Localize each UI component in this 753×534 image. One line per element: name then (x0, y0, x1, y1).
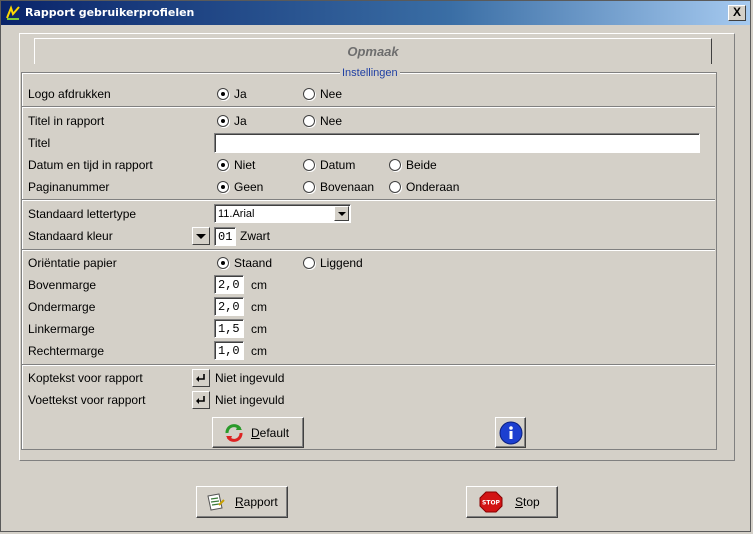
title-bar[interactable]: Rapport gebruikerprofielen X (1, 1, 750, 25)
radio-dot (389, 181, 401, 193)
stop-button[interactable]: STOP Stop (466, 486, 558, 518)
titel-in-rapport-label: Titel in rapport (28, 114, 105, 128)
logo-label: Logo afdrukken (28, 87, 111, 101)
window-title: Rapport gebruikerprofielen (25, 6, 195, 19)
titel-ja-radio[interactable]: Ja (217, 114, 247, 128)
radio-label: Ja (234, 114, 247, 128)
radio-dot (389, 159, 401, 171)
radio-dot (303, 181, 315, 193)
ondermarge-input[interactable] (214, 297, 244, 316)
radio-dot (303, 159, 315, 171)
kleur-dropdown-button[interactable] (192, 227, 210, 245)
ondermarge-label: Ondermarge (28, 300, 96, 314)
kleur-code-input[interactable] (214, 227, 236, 246)
koptekst-label: Koptekst voor rapport (28, 371, 143, 385)
radio-label: Datum (320, 158, 356, 172)
enter-icon (196, 374, 205, 382)
stop-sign-text: STOP (482, 500, 501, 507)
pagina-geen-radio[interactable]: Geen (217, 180, 263, 194)
radio-label: Onderaan (406, 180, 460, 194)
radio-dot (303, 257, 315, 269)
unit-label: cm (251, 322, 267, 336)
orientatie-staand-radio[interactable]: Staand (217, 256, 272, 270)
radio-dot (303, 115, 315, 127)
lettertype-value: 11.Arial (218, 208, 255, 220)
datum-niet-radio[interactable]: Niet (217, 158, 255, 172)
orientatie-liggend-radio[interactable]: Liggend (303, 256, 363, 270)
rechtermarge-input[interactable] (214, 341, 244, 360)
pagina-label: Paginanummer (28, 180, 110, 194)
voettekst-value: Niet ingevuld (215, 393, 285, 407)
datum-beide-radio[interactable]: Beide (389, 158, 437, 172)
unit-label: cm (251, 278, 267, 292)
tab-label: Opmaak (347, 44, 399, 59)
report-icon (207, 493, 225, 511)
titel-nee-radio[interactable]: Nee (303, 114, 342, 128)
group-legend: Instellingen (340, 67, 400, 79)
stop-label: Stop (515, 495, 540, 509)
bovenmarge-input[interactable] (214, 275, 244, 294)
rechtermarge-label: Rechtermarge (28, 344, 105, 358)
logo-ja-radio[interactable]: Ja (217, 87, 247, 101)
linkermarge-input[interactable] (214, 319, 244, 338)
unit-label: cm (251, 300, 267, 314)
radio-dot (217, 181, 229, 193)
app-icon (6, 5, 20, 20)
radio-dot (217, 115, 229, 127)
datum-label: Datum en tijd in rapport (28, 158, 153, 172)
default-button[interactable]: Default (212, 417, 304, 448)
rapport-button[interactable]: Rapport (196, 486, 288, 518)
dropdown-arrow-icon (196, 234, 206, 239)
koptekst-edit-button[interactable] (192, 369, 210, 387)
radio-label: Nee (320, 87, 343, 101)
lettertype-label: Standaard lettertype (28, 207, 137, 221)
enter-icon (196, 396, 205, 404)
pagina-bovenaan-radio[interactable]: Bovenaan (303, 180, 374, 194)
datum-datum-radio[interactable]: Datum (303, 158, 355, 172)
voettekst-edit-button[interactable] (192, 391, 210, 409)
koptekst-value: Niet ingevuld (215, 371, 285, 385)
radio-label: Liggend (320, 256, 363, 270)
orientatie-label: Oriëntatie papier (28, 256, 117, 270)
radio-dot (217, 257, 229, 269)
rapport-label: Rapport (235, 495, 278, 509)
stop-sign-icon: STOP (479, 491, 503, 513)
unit-label: cm (251, 344, 267, 358)
report-dialog: Rapport gebruikerprofielen X Opmaak Inst… (0, 0, 751, 532)
logo-nee-radio[interactable]: Nee (303, 87, 342, 101)
default-label: Default (251, 425, 290, 440)
radio-label: Nee (320, 114, 343, 128)
kleur-name: Zwart (240, 229, 270, 243)
radio-dot (303, 88, 315, 100)
pagina-onderaan-radio[interactable]: Onderaan (389, 180, 459, 194)
bovenmarge-label: Bovenmarge (28, 278, 97, 292)
radio-label: Geen (234, 180, 264, 194)
titel-label: Titel (28, 136, 51, 150)
separator (22, 249, 715, 251)
linkermarge-label: Linkermarge (28, 322, 95, 336)
close-button[interactable]: X (728, 5, 746, 21)
radio-label: Niet (234, 158, 256, 172)
radio-label: Staand (234, 256, 273, 270)
radio-label: Bovenaan (320, 180, 375, 194)
separator (22, 106, 715, 108)
refresh-icon (225, 423, 243, 442)
radio-dot (217, 159, 229, 171)
chevron-down-icon[interactable] (334, 206, 349, 221)
kleur-label: Standaard kleur (28, 229, 113, 243)
radio-label: Ja (234, 87, 247, 101)
lettertype-select[interactable]: 11.Arial (214, 204, 351, 223)
info-button[interactable] (495, 417, 526, 448)
voettekst-label: Voettekst voor rapport (28, 393, 146, 407)
titel-input[interactable] (214, 133, 700, 153)
separator (22, 364, 715, 366)
tab-opmaak[interactable]: Opmaak (34, 38, 712, 64)
radio-dot (217, 88, 229, 100)
radio-label: Beide (406, 158, 437, 172)
info-icon (499, 421, 522, 444)
separator (22, 199, 715, 201)
